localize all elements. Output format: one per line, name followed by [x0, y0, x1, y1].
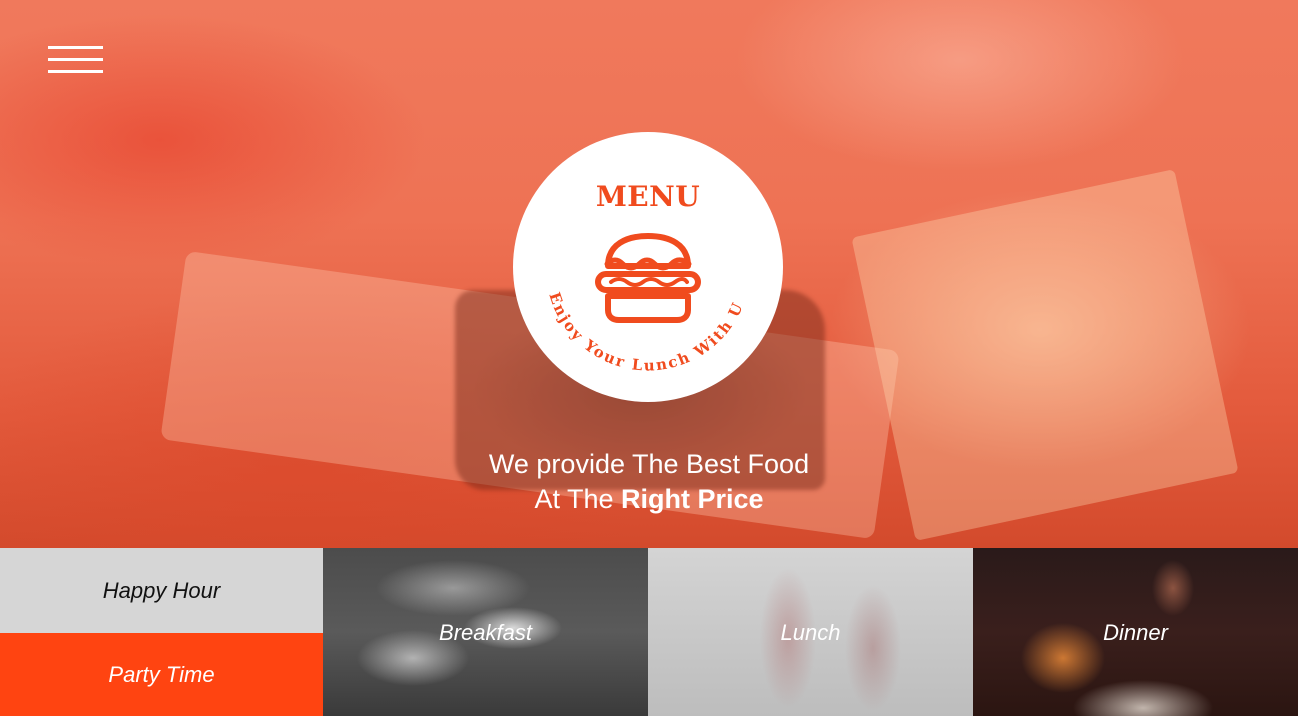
tagline: We provide The Best Food At The Right Pr… — [0, 447, 1298, 517]
menu-badge[interactable]: MENU Enjoy Your Lunch With Us — [513, 132, 783, 402]
hamburger-line — [48, 58, 103, 61]
tile-happy-hour-label: Happy Hour — [102, 578, 221, 603]
category-tiles: Happy Hour Party Time Breakfast Lunch Di… — [0, 548, 1298, 716]
tagline-line-1: We provide The Best Food — [488, 449, 810, 479]
hamburger-line — [48, 46, 103, 49]
badge-arc-text: Enjoy Your Lunch With Us — [513, 132, 747, 375]
tile-party-time-label: Party Time — [108, 662, 215, 687]
tile-breakfast[interactable]: Breakfast — [323, 548, 648, 716]
hamburger-line — [48, 70, 103, 73]
tagline-line-2: At The Right Price — [0, 482, 1298, 517]
tile-lunch-label: Lunch — [780, 620, 841, 645]
tile-happy-hour[interactable]: Happy Hour — [0, 548, 323, 633]
tagline-line-2-prefix: At The — [534, 484, 622, 514]
tile-lunch[interactable]: Lunch — [648, 548, 973, 716]
tile-dinner-label: Dinner — [1103, 620, 1168, 645]
hero-banner: MENU Enjoy Your Lunch With Us — [0, 0, 1298, 548]
tile-dinner[interactable]: Dinner — [973, 548, 1298, 716]
page: MENU Enjoy Your Lunch With Us — [0, 0, 1298, 716]
tagline-line-2-bold: Right Price — [621, 484, 764, 514]
badge-arc-label: Enjoy Your Lunch With Us — [513, 132, 745, 375]
tile-breakfast-label: Breakfast — [439, 620, 532, 645]
svg-text:Enjoy Your Lunch With Us: Enjoy Your Lunch With Us — [513, 132, 747, 375]
tile-party-time[interactable]: Party Time — [0, 633, 323, 716]
hamburger-icon[interactable] — [48, 46, 103, 76]
